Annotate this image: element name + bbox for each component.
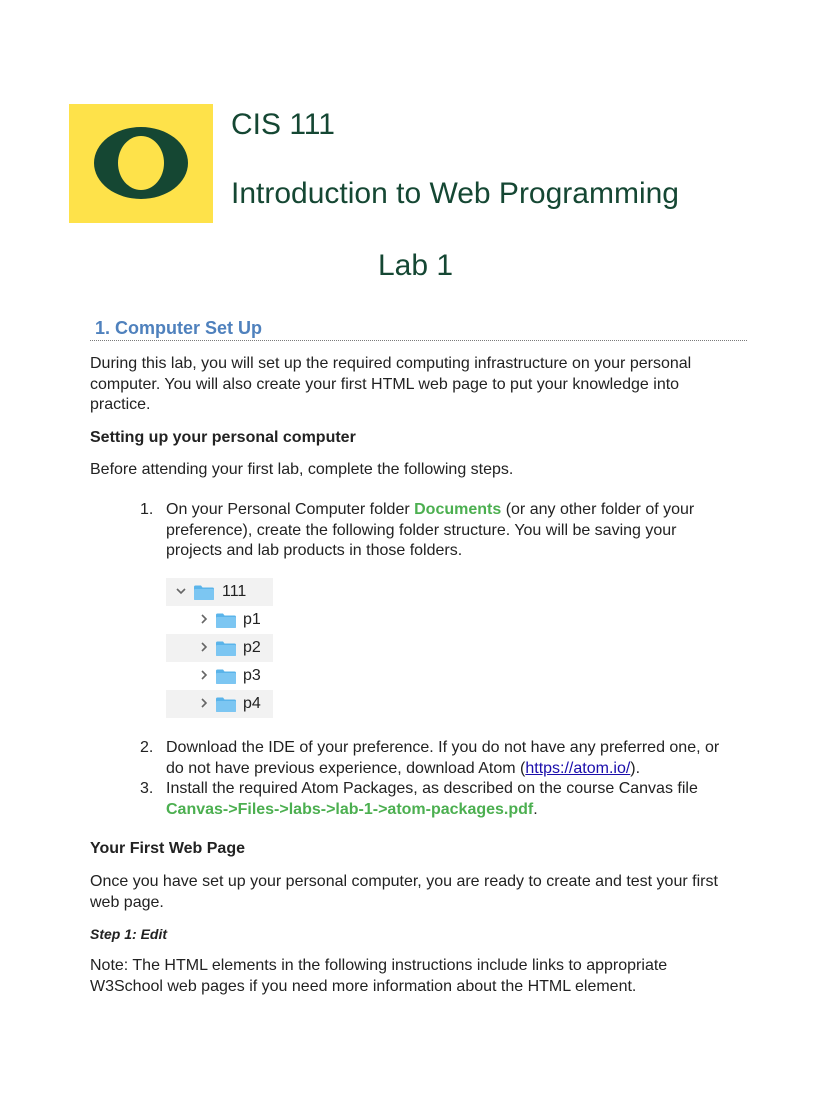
lab-title: Lab 1	[0, 248, 837, 284]
course-name: Introduction to Web Programming	[231, 177, 679, 210]
documents-folder-name: Documents	[414, 501, 502, 518]
folder-row-p1[interactable]: p1	[166, 606, 273, 634]
list-text: Download the IDE of your preference. If …	[166, 738, 736, 779]
chevron-down-icon[interactable]	[175, 585, 187, 597]
step-text: Install the required Atom Packages, as d…	[166, 780, 698, 797]
list-item: 2. Download the IDE of your preference. …	[140, 738, 740, 780]
chevron-right-icon[interactable]	[198, 641, 210, 653]
folder-icon	[216, 613, 236, 628]
list-text: Install the required Atom Packages, as d…	[166, 779, 736, 820]
chevron-right-icon[interactable]	[198, 697, 210, 709]
folder-name: p2	[243, 639, 261, 656]
list-item: 3. Install the required Atom Packages, a…	[140, 779, 740, 821]
lab-title-text: Lab 1	[377, 249, 454, 282]
section-divider	[90, 340, 747, 341]
step-text: On your Personal Computer folder	[166, 501, 415, 518]
folder-name: p4	[243, 695, 261, 712]
o-logo-icon	[94, 127, 188, 199]
list-item: 1. On your Personal Computer folder Docu…	[140, 500, 740, 562]
step-text: .	[533, 800, 538, 818]
setup-intro: Before attending your first lab, complet…	[90, 461, 514, 478]
step1-heading: Step 1: Edit	[90, 926, 168, 942]
first-page-heading: Your First Web Page	[90, 840, 245, 857]
folder-row-p2[interactable]: p2	[166, 634, 273, 662]
folder-row-p4[interactable]: p4	[166, 690, 273, 718]
first-page-intro: Once you have set up your personal compu…	[90, 873, 718, 911]
chevron-right-icon[interactable]	[198, 613, 210, 625]
folder-icon	[194, 585, 214, 600]
list-number: 2.	[140, 739, 154, 756]
atom-link[interactable]: https://atom.io/	[525, 760, 630, 777]
list-number: 1.	[140, 501, 154, 518]
note-paragraph: Note: The HTML elements in the following…	[90, 957, 668, 995]
canvas-file-path: Canvas->Files->labs->lab-1->atom-package…	[166, 800, 534, 818]
folder-name: p3	[243, 667, 261, 684]
folder-tree: 111 p1 p2 p3 p4	[166, 578, 273, 718]
course-code: CIS 111	[231, 108, 335, 141]
chevron-right-icon[interactable]	[198, 669, 210, 681]
setup-heading: Setting up your personal computer	[90, 429, 356, 446]
folder-name: 111	[222, 583, 247, 600]
university-o-logo	[69, 104, 213, 223]
folder-name: p1	[243, 611, 261, 628]
folder-row-111[interactable]: 111	[166, 578, 273, 606]
list-number: 3.	[140, 780, 154, 797]
intro-paragraph: During this lab, you will set up the req…	[90, 355, 692, 413]
section-heading: 1. Computer Set Up	[95, 318, 263, 338]
folder-icon	[216, 697, 236, 712]
folder-icon	[216, 641, 236, 656]
folder-icon	[216, 669, 236, 684]
step-text: ).	[630, 759, 641, 777]
list-text: On your Personal Computer folder Documen…	[166, 500, 736, 562]
folder-row-p3[interactable]: p3	[166, 662, 273, 690]
